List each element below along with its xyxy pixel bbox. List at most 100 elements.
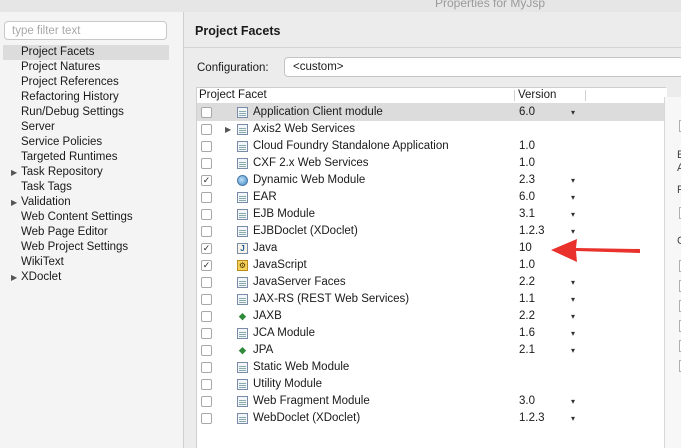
table-row[interactable]: ◆ JAXB 2.2 ▾ xyxy=(197,308,667,325)
table-row[interactable]: ▶ Axis2 Web Services xyxy=(197,121,667,138)
table-row[interactable]: Static Web Module xyxy=(197,359,667,376)
doc-icon xyxy=(237,277,248,288)
table-row[interactable]: EAR 6.0 ▾ xyxy=(197,189,667,206)
facet-checkbox[interactable] xyxy=(201,362,212,373)
sidebar-item[interactable]: Project Facets xyxy=(3,45,169,60)
facet-label: Cloud Foundry Standalone Application xyxy=(253,140,449,152)
sidebar-item[interactable]: Run/Debug Settings xyxy=(0,105,183,120)
sidebar-item[interactable]: Refactoring History xyxy=(0,90,183,105)
version-dropdown-icon[interactable]: ▾ xyxy=(571,291,575,308)
table-row[interactable]: Web Fragment Module 3.0 ▾ xyxy=(197,393,667,410)
facet-checkbox[interactable] xyxy=(201,345,212,356)
table-row[interactable]: EJB Module 3.1 ▾ xyxy=(197,206,667,223)
expand-triangle-icon[interactable]: ▶ xyxy=(225,121,231,138)
facet-version[interactable]: 3.0 xyxy=(519,393,535,410)
column-header-version[interactable]: Version xyxy=(518,88,556,103)
table-row[interactable]: WebDoclet (XDoclet) 1.2.3 ▾ xyxy=(197,410,667,427)
facet-checkbox[interactable] xyxy=(201,396,212,407)
facet-version[interactable]: 1.6 xyxy=(519,325,535,342)
sidebar-item-label: Task Tags xyxy=(21,181,72,193)
expand-triangle-icon[interactable]: ▶ xyxy=(11,270,17,285)
facet-checkbox[interactable]: ✓ xyxy=(201,260,212,271)
table-row[interactable]: Utility Module xyxy=(197,376,667,393)
facet-checkbox[interactable] xyxy=(201,107,212,118)
table-row[interactable]: JCA Module 1.6 ▾ xyxy=(197,325,667,342)
sidebar-item[interactable]: Targeted Runtimes xyxy=(0,150,183,165)
version-dropdown-icon[interactable]: ▾ xyxy=(571,308,575,325)
facet-version: 1.0 xyxy=(519,157,535,169)
sidebar-item[interactable]: Web Page Editor xyxy=(0,225,183,240)
facet-checkbox[interactable]: ✓ xyxy=(201,243,212,254)
facet-checkbox[interactable] xyxy=(201,311,212,322)
sidebar-item[interactable]: ▶ XDoclet xyxy=(0,270,183,285)
facet-checkbox[interactable] xyxy=(201,124,212,135)
facet-checkbox[interactable] xyxy=(201,277,212,288)
sidebar-tree: Project Facets Project Natures Project Ref… xyxy=(0,45,183,285)
configuration-label: Configuration: xyxy=(197,62,269,74)
sidebar-item[interactable]: ▶ Task Repository xyxy=(0,165,183,180)
facet-checkbox[interactable] xyxy=(201,328,212,339)
filter-input[interactable] xyxy=(4,21,167,40)
facet-version[interactable]: 1.1 xyxy=(519,291,535,308)
table-row[interactable]: JAX-RS (REST Web Services) 1.1 ▾ xyxy=(197,291,667,308)
expand-triangle-icon[interactable]: ▶ xyxy=(11,165,17,180)
facet-version[interactable]: 2.2 xyxy=(519,274,535,291)
doc-icon xyxy=(237,294,248,305)
facet-checkbox[interactable] xyxy=(201,141,212,152)
doc-icon xyxy=(237,328,248,339)
table-row[interactable]: ◆ JPA 2.1 ▾ xyxy=(197,342,667,359)
version-dropdown-icon[interactable]: ▾ xyxy=(571,172,575,189)
sidebar-item[interactable]: Web Project Settings xyxy=(0,240,183,255)
version-dropdown-icon[interactable]: ▾ xyxy=(571,104,575,121)
facet-version[interactable]: 6.0 xyxy=(519,104,535,121)
facet-version[interactable]: 2.1 xyxy=(519,342,535,359)
table-row[interactable]: CXF 2.x Web Services 1.0 xyxy=(197,155,667,172)
sidebar-item-label: Refactoring History xyxy=(21,91,119,103)
facets-table-body: Application Client module 6.0 ▾ ▶ Axis2 Web … xyxy=(197,104,667,427)
sidebar-item-label: Validation xyxy=(21,196,71,208)
facet-checkbox[interactable] xyxy=(201,294,212,305)
facet-version: 1.0 xyxy=(519,140,535,152)
version-dropdown-icon[interactable]: ▾ xyxy=(571,274,575,291)
facet-version[interactable]: 10 xyxy=(519,240,532,257)
configuration-select[interactable]: <custom> xyxy=(284,57,681,77)
doc-icon xyxy=(237,107,248,118)
facet-label: WebDoclet (XDoclet) xyxy=(253,412,361,424)
version-dropdown-icon[interactable]: ▾ xyxy=(571,393,575,410)
sidebar-item[interactable]: Service Policies xyxy=(0,135,183,150)
version-dropdown-icon[interactable]: ▾ xyxy=(571,206,575,223)
sidebar-item[interactable]: Server xyxy=(0,120,183,135)
table-row[interactable]: JavaServer Faces 2.2 ▾ xyxy=(197,274,667,291)
facet-checkbox[interactable] xyxy=(201,226,212,237)
right-panel-text: A xyxy=(677,162,681,174)
facet-version[interactable]: 2.3 xyxy=(519,172,535,189)
doc-icon xyxy=(237,362,248,373)
sidebar-item[interactable]: Project References xyxy=(0,75,183,90)
table-row[interactable]: Application Client module 6.0 ▾ xyxy=(197,104,667,121)
expand-triangle-icon[interactable]: ▶ xyxy=(11,195,17,210)
table-row[interactable]: ✓ Dynamic Web Module 2.3 ▾ xyxy=(197,172,667,189)
column-header-facet[interactable]: Project Facet xyxy=(199,88,267,103)
facet-version[interactable]: 1.2.3 xyxy=(519,223,545,240)
table-row[interactable]: Cloud Foundry Standalone Application 1.0 xyxy=(197,138,667,155)
facet-version[interactable]: 3.1 xyxy=(519,206,535,223)
version-dropdown-icon[interactable]: ▾ xyxy=(571,189,575,206)
sidebar-item[interactable]: ▶ Validation xyxy=(0,195,183,210)
facet-checkbox[interactable]: ✓ xyxy=(201,175,212,186)
facet-checkbox[interactable] xyxy=(201,158,212,169)
sidebar-item[interactable]: Task Tags xyxy=(0,180,183,195)
sidebar-item[interactable]: WikiText xyxy=(0,255,183,270)
java-icon: J xyxy=(237,243,248,254)
facet-checkbox[interactable] xyxy=(201,379,212,390)
facet-version[interactable]: 2.2 xyxy=(519,308,535,325)
sidebar-item[interactable]: Project Natures xyxy=(0,60,183,75)
sidebar-item[interactable]: Web Content Settings xyxy=(0,210,183,225)
facet-checkbox[interactable] xyxy=(201,209,212,220)
version-dropdown-icon[interactable]: ▾ xyxy=(571,342,575,359)
facet-version[interactable]: 6.0 xyxy=(519,189,535,206)
facet-version[interactable]: 1.2.3 xyxy=(519,410,545,427)
version-dropdown-icon[interactable]: ▾ xyxy=(571,410,575,427)
version-dropdown-icon[interactable]: ▾ xyxy=(571,325,575,342)
facet-checkbox[interactable] xyxy=(201,413,212,424)
facet-checkbox[interactable] xyxy=(201,192,212,203)
